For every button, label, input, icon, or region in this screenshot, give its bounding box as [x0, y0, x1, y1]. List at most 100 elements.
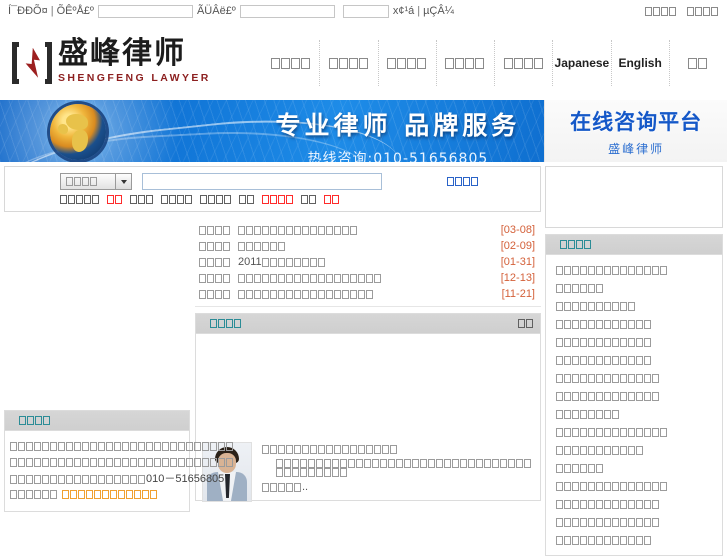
topbar-right-link-1[interactable]: [645, 6, 677, 16]
contact-line-1: [10, 441, 234, 451]
nav-item-3-label: [387, 57, 427, 69]
news-date-4: [12-13]: [500, 272, 535, 284]
table-row[interactable]: 2011 [01-31]: [199, 254, 535, 270]
news-list: [03-08] [02-09] 2011 [01-31] [12-13] [11…: [195, 218, 541, 307]
nav-item-5-label: [503, 57, 544, 69]
banner-text-block: 专业律师 品牌服务 热线咨询:010-51656805: [276, 106, 521, 162]
main-banner: 专业律师 品牌服务 热线咨询:010-51656805: [0, 100, 545, 162]
captcha-input[interactable]: [342, 4, 389, 18]
search-input[interactable]: [142, 173, 382, 190]
news-category-2: [199, 241, 231, 251]
list-item[interactable]: [556, 351, 718, 369]
keyword-tag-3[interactable]: [130, 195, 154, 204]
topbar-account-label: ÕÊºÅ£º: [56, 5, 94, 17]
topbar-separator-1: |: [50, 5, 54, 17]
intro-line-3-boxes: [262, 483, 302, 492]
keyword-tag-4[interactable]: [161, 195, 193, 204]
nav-item-5[interactable]: [494, 40, 552, 86]
table-row[interactable]: [11-21]: [199, 286, 535, 302]
logo-flame-icon: [25, 47, 40, 78]
search-category-select[interactable]: [60, 173, 132, 190]
nav-item-8-label: [688, 57, 708, 69]
news-date-3: [01-31]: [500, 256, 535, 268]
keyword-tag-7[interactable]: [262, 195, 294, 204]
keyword-tag-8[interactable]: [301, 195, 317, 204]
logo-text: 盛峰律师 SHENGFENG LAWYER: [58, 38, 211, 84]
logo-english-name: SHENGFENG LAWYER: [58, 71, 211, 84]
contact-orange-link[interactable]: [62, 490, 158, 499]
logo-bracket-icon: [12, 41, 52, 84]
top-utility-bar: Í¯ÐÐÕ¤ | ÕÊºÅ£º ÃÜÂë£º x¢¹á | µÇÂ¼: [0, 0, 727, 22]
list-item[interactable]: [556, 315, 718, 333]
service-link-13: [556, 481, 668, 491]
list-item[interactable]: [556, 459, 718, 477]
nav-item-3[interactable]: [377, 40, 436, 86]
nav-item-8[interactable]: [668, 40, 727, 86]
list-item[interactable]: [556, 513, 718, 531]
news-title-4[interactable]: [238, 273, 501, 283]
list-item[interactable]: [556, 531, 718, 549]
logo-bracket-right: [45, 41, 52, 84]
services-sidebar-header: [546, 235, 722, 255]
nav-item-english[interactable]: English: [610, 40, 669, 86]
featured-panel-more-link[interactable]: [518, 319, 534, 328]
services-sidebar: [545, 234, 723, 556]
news-category-4: [199, 273, 231, 283]
keyword-tag-9[interactable]: [324, 195, 340, 204]
news-category-1: [199, 225, 231, 235]
list-item[interactable]: [556, 297, 718, 315]
contact-line-4: [10, 490, 184, 499]
keyword-tag-1[interactable]: [60, 195, 100, 204]
list-item[interactable]: [556, 477, 718, 495]
nav-item-japanese[interactable]: Japanese: [552, 40, 610, 86]
service-link-3: [556, 301, 636, 311]
search-submit-link[interactable]: [447, 177, 479, 186]
contact-panel-body: 010－51656805: [5, 431, 233, 511]
page-root: Í¯ÐÐÕ¤ | ÕÊºÅ£º ÃÜÂë£º x¢¹á | µÇÂ¼ 盛峰律师 …: [0, 0, 727, 556]
keyword-tag-6[interactable]: [239, 195, 255, 204]
list-item[interactable]: [556, 261, 718, 279]
list-item[interactable]: [556, 279, 718, 297]
account-input[interactable]: [97, 4, 193, 18]
list-item[interactable]: [556, 441, 718, 459]
news-title-5[interactable]: [238, 289, 502, 299]
nav-item-2[interactable]: [319, 40, 377, 86]
services-sidebar-title: [560, 240, 592, 249]
intro-ellipsis: ..: [302, 481, 309, 493]
online-consult-banner[interactable]: 在线咨询平台 盛峰律师: [544, 100, 727, 162]
globe-landmass-2: [72, 130, 88, 152]
banner-row: 专业律师 品牌服务 热线咨询:010-51656805 在线咨询平台 盛峰律师: [0, 100, 727, 162]
table-row[interactable]: [03-08]: [199, 222, 535, 238]
online-consult-subtitle: 盛峰律师: [608, 141, 665, 156]
news-title-3-prefix: 2011: [238, 256, 262, 268]
chevron-down-icon[interactable]: [115, 174, 131, 189]
list-item[interactable]: [556, 333, 718, 351]
list-item[interactable]: [556, 369, 718, 387]
globe-landmass-3: [58, 124, 68, 134]
topbar-right-link-2[interactable]: [687, 6, 719, 16]
list-item[interactable]: [556, 405, 718, 423]
news-date-5: [11-21]: [501, 288, 535, 300]
table-row[interactable]: [12-13]: [199, 270, 535, 286]
site-logo[interactable]: 盛峰律师 SHENGFENG LAWYER: [12, 38, 211, 84]
nav-item-1[interactable]: [262, 40, 319, 86]
lawyer-intro: ..: [196, 434, 540, 510]
list-item[interactable]: [556, 387, 718, 405]
service-link-15: [556, 517, 660, 527]
news-title-2[interactable]: [238, 241, 501, 251]
consult-form-box[interactable]: [545, 166, 723, 228]
login-link[interactable]: µÇÂ¼: [423, 5, 454, 17]
featured-panel-body: [196, 334, 540, 434]
keyword-tag-2[interactable]: [107, 195, 123, 204]
news-title-3[interactable]: 2011: [238, 256, 501, 268]
services-list: [546, 255, 722, 555]
topbar-text-4: x¢¹á: [392, 5, 415, 17]
password-input[interactable]: [239, 4, 335, 18]
contact-line-4-boxes: [10, 490, 58, 499]
list-item[interactable]: [556, 423, 718, 441]
table-row[interactable]: [02-09]: [199, 238, 535, 254]
news-title-1[interactable]: [238, 225, 501, 235]
nav-item-4[interactable]: [435, 40, 494, 86]
list-item[interactable]: [556, 495, 718, 513]
keyword-tag-5[interactable]: [200, 195, 232, 204]
